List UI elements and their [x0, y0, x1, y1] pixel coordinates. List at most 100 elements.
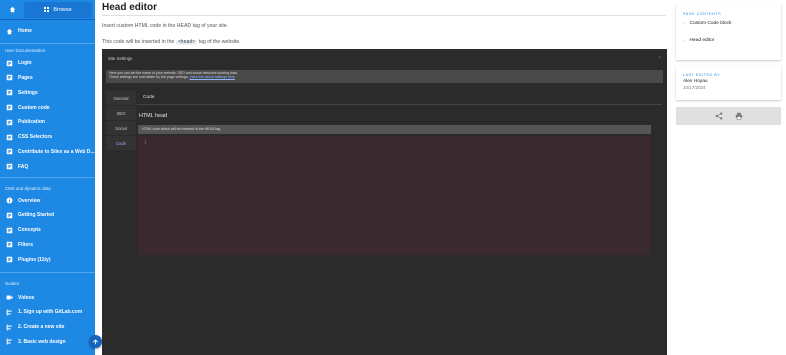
- edit-date: 10/17/2024: [683, 85, 706, 90]
- sidebar-item[interactable]: CSS Selectors: [0, 130, 95, 145]
- doc-icon: [6, 104, 13, 111]
- sidebar-item[interactable]: Overview: [0, 193, 95, 208]
- sidebar-item[interactable]: Pages: [0, 71, 95, 86]
- sidebar-item-label: Plugins (11ty): [18, 256, 51, 263]
- sidebar-item[interactable]: 3. Basic web design: [0, 335, 95, 350]
- dialog-title: Site Settings: [108, 55, 133, 61]
- head-tag-text: This code will be inserted in the <head>…: [102, 38, 668, 46]
- sidebar-item[interactable]: 1. Sign up with GitLab.com: [0, 305, 95, 320]
- sidebar-item-label: Login: [18, 60, 32, 67]
- info-icon: [6, 197, 13, 204]
- sidebar-item-label: 3. Basic web design: [18, 338, 66, 345]
- inline-code: <head>: [175, 40, 198, 45]
- page-contents-card: PAGE CONTENTS › Custom Code block › Head…: [676, 4, 781, 60]
- doc-icon: [6, 212, 13, 219]
- share-icon[interactable]: [715, 112, 723, 120]
- steps-icon: [6, 324, 13, 331]
- sidebar-item[interactable]: Login: [0, 56, 95, 71]
- doc-icon: [6, 163, 13, 170]
- text-before-code: This code will be inserted in the: [102, 39, 175, 45]
- sidebar-item[interactable]: Settings: [0, 85, 95, 100]
- last-edited-heading: LAST EDITED BY: [683, 73, 721, 77]
- sidebar-item[interactable]: 2. Create a new site: [0, 320, 95, 335]
- home-icon: [6, 28, 13, 35]
- sidebar-item-label: FAQ: [18, 163, 29, 170]
- doc-icon: [6, 89, 13, 96]
- panel-body: HTML head HTML code which will be insert…: [137, 105, 662, 355]
- sidebar-item-label: Publication: [18, 119, 45, 126]
- sidebar-item[interactable]: Concepts: [0, 223, 95, 238]
- sidebar-item-label: Home: [18, 28, 32, 35]
- sidebar-item[interactable]: Getting Started: [0, 208, 95, 223]
- last-edited-card: LAST EDITED BY Alex Hoyau 10/17/2024: [676, 65, 781, 100]
- html-head-heading: HTML head: [139, 113, 167, 119]
- sidebar-top-bar: Browse: [0, 0, 95, 20]
- page-title: Head editor: [102, 2, 158, 13]
- chevron-right-icon: ›: [683, 38, 685, 43]
- print-icon[interactable]: [735, 112, 743, 120]
- sidebar-item-label: Contribute to Silex as a Web D...: [18, 148, 95, 155]
- sidebar-item[interactable]: Filters: [0, 238, 95, 253]
- guides-list: Videos 1. Sign up with GitLab.com 2. Creat…: [0, 290, 95, 349]
- sidebar-item-label: 2. Create a new site: [18, 324, 65, 331]
- video-icon: [6, 294, 13, 301]
- doc-icon: [6, 256, 13, 263]
- chevron-right-icon: ›: [683, 21, 685, 26]
- site-settings-screenshot: Site Settings × Here you can set the nam…: [102, 49, 667, 355]
- section-heading-user-docs: User Documentation: [5, 48, 46, 54]
- steps-icon: [6, 338, 13, 345]
- sidebar-item[interactable]: Videos: [0, 290, 95, 305]
- sidebar-item[interactable]: FAQ: [0, 159, 95, 174]
- sidebar: Browse Home User Documentation Login Page…: [0, 0, 95, 355]
- close-icon: ×: [658, 55, 661, 61]
- sidebar-item[interactable]: Contribute to Silex as a Web D...: [0, 145, 95, 160]
- settings-tab: Code: [106, 136, 136, 151]
- info-link: more info about settings here: [189, 75, 235, 80]
- user-docs-list: Login Pages Settings Custom code Publication…: [0, 56, 95, 174]
- settings-tab: SEO: [106, 106, 136, 121]
- doc-icon: [6, 134, 13, 141]
- sidebar-item-label: Pages: [18, 74, 33, 81]
- grid-icon: [44, 7, 50, 12]
- sidebar-item[interactable]: Custom code: [0, 100, 95, 115]
- intro-text: Insert custom HTML code in the HEAD tag …: [102, 23, 229, 29]
- divider: [0, 177, 95, 179]
- settings-tab: General: [106, 91, 136, 106]
- code-panel: Code HTML head HTML code which will be i…: [137, 91, 662, 355]
- toc-label: Custom Code block: [689, 21, 732, 26]
- section-heading-guides: Guides: [5, 280, 19, 286]
- doc-icon: [6, 119, 13, 126]
- toc-label: Head editor: [689, 38, 715, 43]
- text-after-code: tag of the website.: [198, 39, 241, 45]
- sidebar-item-label: 1. Sign up with GitLab.com: [18, 309, 83, 316]
- sidebar-item[interactable]: Publication: [0, 115, 95, 130]
- sidebar-item[interactable]: Plugins (11ty): [0, 252, 95, 267]
- sidebar-item-label: Concepts: [18, 227, 41, 234]
- toc-item[interactable]: › Head editor: [676, 36, 781, 45]
- sidebar-item-home[interactable]: Home: [0, 24, 95, 39]
- browse-label: Browse: [53, 6, 72, 13]
- cms-list: Overview Getting Started Concepts Filters Pl…: [0, 193, 95, 267]
- divider: [0, 272, 95, 274]
- doc-icon: [6, 241, 13, 248]
- field-hint: HTML code which will be inserted in the …: [138, 125, 651, 134]
- home-button[interactable]: [3, 2, 21, 18]
- arrow-up-icon: [93, 339, 98, 345]
- scroll-top-button[interactable]: [89, 335, 102, 348]
- main-content: Head editor Insert custom HTML code in t…: [102, 0, 668, 355]
- right-column: PAGE CONTENTS › Custom Code block › Head…: [676, 0, 781, 355]
- sidebar-item-label: Overview: [18, 197, 41, 204]
- sidebar-item-label: Videos: [18, 294, 35, 301]
- doc-icon: [6, 227, 13, 234]
- settings-tabs: General SEO Social Code: [106, 91, 136, 151]
- divider: [0, 42, 95, 44]
- code-editor: 1: [138, 136, 651, 255]
- toc-item[interactable]: › Custom Code block: [676, 19, 781, 28]
- title-divider: [102, 15, 666, 16]
- page-actions-bar: [676, 107, 781, 125]
- sidebar-item-label: Filters: [18, 241, 34, 248]
- sidebar-item-label: Settings: [18, 89, 38, 96]
- steps-icon: [6, 309, 13, 316]
- panel-tab-code: Code: [137, 91, 662, 105]
- browse-button[interactable]: Browse: [24, 1, 92, 18]
